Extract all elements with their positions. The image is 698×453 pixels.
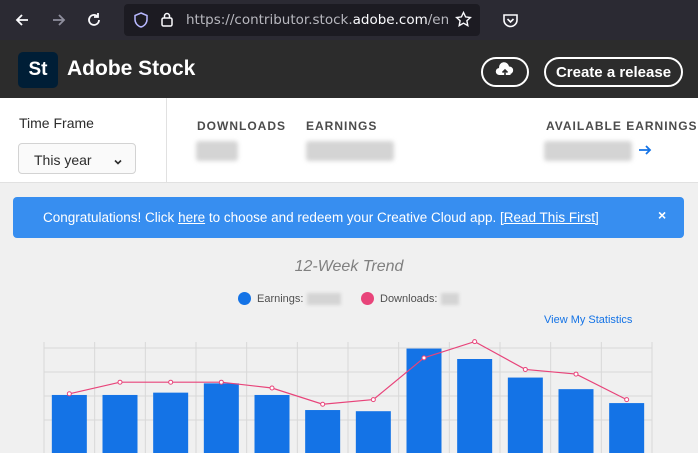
downloads-point[interactable] [269,385,275,391]
url-prefix: https://contributor.stock. [186,12,353,28]
lock-icon[interactable] [160,11,174,32]
earnings-bar[interactable] [507,377,543,453]
trend-chart [43,339,653,453]
downloads-point[interactable] [421,355,427,361]
earnings-bar[interactable] [305,410,341,453]
earnings-total-redacted [307,292,342,305]
earnings-bar[interactable] [406,348,442,453]
downloads-point[interactable] [472,339,478,345]
time-frame-value: This year [34,152,92,168]
legend-earnings: Earnings: [238,292,342,305]
reload-icon[interactable] [82,8,106,32]
downloads-point[interactable] [320,401,326,407]
create-release-button[interactable]: Create a release [544,57,683,87]
time-frame-label: Time Frame [19,115,94,131]
app-header: St Adobe Stock Create a release [0,40,698,98]
legend-downloads-label: Downloads: [380,292,438,305]
earnings-bar[interactable] [355,411,391,453]
view-statistics-link[interactable]: View My Statistics [544,314,632,326]
forward-icon[interactable] [47,8,71,32]
pocket-icon[interactable] [498,8,522,32]
banner-text-before: Congratulations! Click [43,210,179,225]
adobe-stock-logo[interactable]: St [18,52,58,88]
earnings-bar[interactable] [558,389,594,453]
cloud-upload-icon [495,61,515,83]
time-frame-select[interactable]: This year [18,143,136,174]
downloads-total-redacted [441,292,460,305]
available-earnings-value-redacted [544,141,632,161]
chevron-down-icon [113,154,123,172]
downloads-label: DOWNLOADS [197,119,286,133]
browser-toolbar: https://contributor.stock.adobe.com/en/p… [0,0,698,40]
earnings-bar[interactable] [457,359,493,453]
url-domain: adobe.com [352,12,428,28]
downloads-point[interactable] [218,379,224,385]
earnings-bar[interactable] [102,394,138,453]
logo-text: St [28,59,48,80]
downloads-point[interactable] [370,397,376,403]
back-icon[interactable] [10,8,34,32]
arrow-right-icon[interactable] [638,143,652,162]
downloads-value-redacted [196,141,238,161]
bookmark-star-icon[interactable] [455,10,472,33]
url-bar[interactable]: https://contributor.stock.adobe.com/en/p… [124,4,480,36]
earnings-bar[interactable] [254,394,290,453]
legend-downloads: Downloads: [361,292,460,305]
close-icon[interactable]: × [658,207,666,223]
url-suffix: /en/po [427,12,448,28]
brand-title[interactable]: Adobe Stock [67,57,195,81]
downloads-point[interactable] [66,391,72,397]
earnings-value-redacted [306,141,394,161]
downloads-point[interactable] [117,379,123,385]
earnings-label: EARNINGS [306,119,378,133]
downloads-point[interactable] [522,366,528,372]
read-this-first-link[interactable]: [Read This First] [500,210,599,225]
earnings-bar[interactable] [203,383,239,453]
chart-title: 12-Week Trend [294,258,404,275]
url-text[interactable]: https://contributor.stock.adobe.com/en/p… [186,12,448,28]
tracking-shield-icon[interactable] [133,12,149,33]
stats-panel: Time Frame This year DOWNLOADS EARNINGS … [0,98,698,183]
available-earnings-label: AVAILABLE EARNINGS [546,119,698,133]
legend-earnings-label: Earnings: [257,292,304,305]
upload-button[interactable] [481,57,529,87]
downloads-point[interactable] [573,371,579,377]
downloads-legend-dot [361,292,374,305]
downloads-point[interactable] [624,397,630,403]
earnings-bar[interactable] [51,394,87,453]
banner-text-after: to choose and redeem your Creative Cloud… [205,210,501,225]
earnings-bar[interactable] [153,392,189,453]
earnings-legend-dot [238,292,251,305]
here-link[interactable]: here [178,210,205,225]
downloads-point[interactable] [168,379,174,385]
banner-message: Congratulations! Click here to choose an… [43,210,599,225]
earnings-bar[interactable] [609,403,645,453]
redeem-banner: Congratulations! Click here to choose an… [13,197,684,238]
stats-divider [166,98,167,183]
